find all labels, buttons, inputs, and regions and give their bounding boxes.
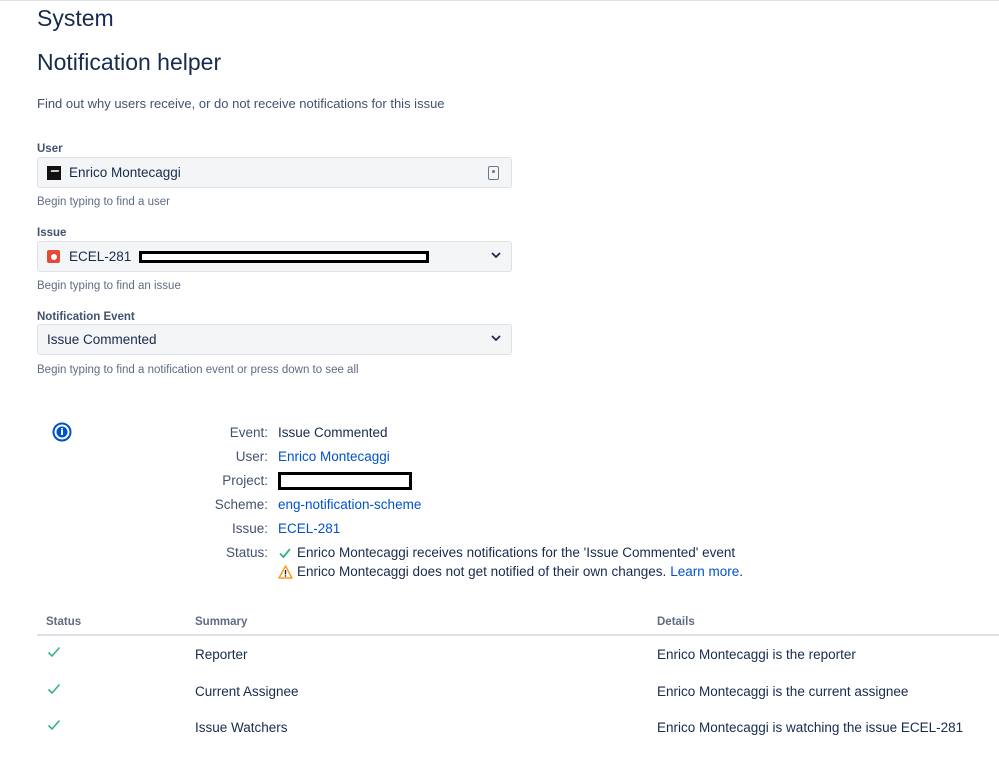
table-cell-summary: Current Assignee (195, 684, 299, 699)
table-header-divider (37, 634, 999, 636)
event-select-value: Issue Commented (47, 332, 157, 347)
table-header-details: Details (657, 616, 695, 628)
status-warn-line: Enrico Montecaggi does not get notified … (278, 564, 743, 579)
status-warn-text: Enrico Montecaggi does not get notified … (297, 564, 667, 579)
result-event-key: Event: (229, 425, 268, 440)
result-scheme-link[interactable]: eng-notification-scheme (278, 497, 421, 512)
event-field-label: Notification Event (37, 311, 135, 323)
info-icon (52, 422, 72, 442)
check-icon (278, 546, 292, 560)
check-icon (47, 718, 61, 731)
user-avatar (47, 165, 61, 180)
learn-more-link[interactable]: Learn more (670, 564, 739, 579)
redacted-issue-summary (139, 250, 430, 263)
table-header-status: Status (46, 616, 82, 628)
chevron-down-icon[interactable] (491, 333, 501, 343)
page-title: Notification helper (37, 49, 222, 75)
result-user-link[interactable]: Enrico Montecaggi (278, 449, 390, 464)
table-cell-summary: Reporter (195, 647, 248, 662)
result-user-key: User: (235, 449, 268, 464)
page-description: Find out why users receive, or do not re… (37, 96, 445, 111)
result-status-key: Status: (225, 545, 268, 560)
table-cell-details: Enrico Montecaggi is the current assigne… (657, 684, 909, 699)
status-ok-text: Enrico Montecaggi receives notifications… (297, 545, 736, 560)
result-event-value: Issue Commented (278, 425, 388, 440)
result-status-value: Enrico Montecaggi receives notifications… (278, 545, 743, 579)
status-warn-period: . (739, 564, 744, 579)
event-field-hint: Begin typing to find a notification even… (37, 364, 359, 376)
issue-field-hint: Begin typing to find an issue (37, 280, 181, 292)
result-project-key: Project: (222, 473, 268, 488)
check-icon (47, 682, 61, 695)
redacted-project-name (278, 472, 412, 490)
table-cell-summary: Issue Watchers (195, 720, 288, 735)
user-field-hint: Begin typing to find a user (37, 196, 170, 208)
bug-icon (47, 250, 60, 263)
top-divider (0, 0, 999, 1)
issue-field-label: Issue (37, 227, 67, 239)
event-select[interactable]: Issue Commented (37, 324, 512, 355)
result-project-value (278, 472, 412, 493)
warning-icon (278, 564, 293, 579)
section-title: System (37, 5, 114, 31)
check-icon (47, 645, 61, 658)
table-cell-details: Enrico Montecaggi is watching the issue … (657, 720, 964, 735)
status-ok-line: Enrico Montecaggi receives notifications… (278, 545, 743, 560)
result-issue-link[interactable]: ECEL-281 (278, 521, 340, 536)
issue-picker[interactable]: ECEL-281 (37, 241, 512, 272)
result-scheme-key: Scheme: (214, 497, 268, 512)
issue-picker-value: ECEL-281 (69, 249, 132, 264)
contact-card-icon[interactable] (488, 166, 499, 180)
user-field-label: User (37, 143, 63, 155)
chevron-down-icon[interactable] (491, 250, 501, 260)
table-header-summary: Summary (195, 616, 248, 628)
result-issue-key: Issue: (231, 521, 268, 536)
user-picker-value: Enrico Montecaggi (69, 165, 181, 180)
user-picker[interactable]: Enrico Montecaggi (37, 157, 512, 188)
table-cell-details: Enrico Montecaggi is the reporter (657, 647, 856, 662)
